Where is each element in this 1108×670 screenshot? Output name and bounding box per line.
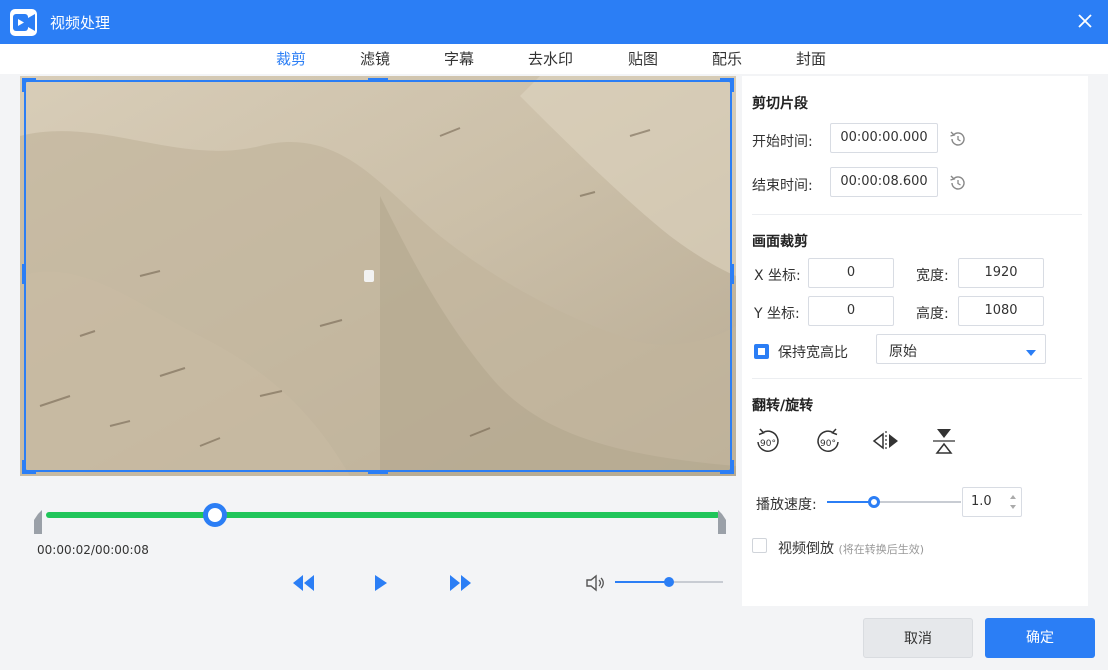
flip-horizontal-button[interactable] [870,425,902,457]
close-icon[interactable] [1072,8,1098,34]
divider [752,214,1082,215]
flip-horizontal-icon [872,431,898,451]
crop-handle-top-left-v[interactable] [22,78,26,92]
total-time: 00:00:08 [94,543,149,557]
crop-handle-left[interactable] [22,264,26,284]
flip-vertical-icon [933,429,955,454]
rotate-counterclockwise-button[interactable]: 90° [812,425,844,457]
timeline-track[interactable] [46,512,720,518]
spin-arrows-icon[interactable] [1009,493,1017,515]
crop-handle-bottom-right-v[interactable] [730,460,734,474]
tab-crop[interactable]: 裁剪 [276,48,306,69]
rotate-ccw-icon: 90° [817,428,839,452]
tab-sticker[interactable]: 贴图 [628,48,658,69]
trim-end-handle[interactable] [714,510,726,534]
speed-value: 1.0 [971,494,992,509]
end-time-label: 结束时间: [752,178,813,194]
trim-section-title: 剪切片段 [752,96,808,112]
app-logo-icon [10,9,37,36]
fast-forward-icon[interactable] [448,572,474,598]
rotate-cw-label: 90° [760,439,776,449]
reverse-checkbox[interactable] [752,538,767,553]
crop-handle-top-right-v[interactable] [730,78,734,92]
speed-input[interactable]: 1.0 [962,487,1022,517]
title-bar: 视频处理 [0,0,1108,44]
keep-ratio-checkbox[interactable] [754,344,769,359]
height-label: 高度: [916,306,949,322]
crop-section-title: 画面裁剪 [752,234,808,250]
start-time-label: 开始时间: [752,134,813,150]
volume-knob[interactable] [664,577,674,587]
width-label: 宽度: [916,268,949,284]
reverse-hint: (将在转换后生效) [838,543,925,556]
start-time-input[interactable]: 00:00:00.000 [830,123,938,153]
speed-label: 播放速度: [756,497,817,513]
crop-handle-bottom[interactable] [368,470,388,474]
rotate-ccw-label: 90° [820,439,836,449]
video-preview-area [20,76,736,476]
tab-music[interactable]: 配乐 [712,48,742,69]
time-readout: 00:00:02/00:00:08 [37,543,149,557]
end-time-input[interactable]: 00:00:08.600 [830,167,938,197]
y-coord-input[interactable]: 0 [808,296,894,326]
volume-fill [615,581,669,583]
crop-handle-bottom-left-v[interactable] [22,460,26,474]
rotate-cw-icon: 90° [757,428,779,452]
reverse-label: 视频倒放 (将在转换后生效) [778,538,924,558]
width-input[interactable]: 1920 [958,258,1044,288]
window-title: 视频处理 [50,14,111,32]
volume-slider[interactable] [615,577,723,587]
ok-button[interactable]: 确定 [985,618,1095,658]
x-coord-input[interactable]: 0 [808,258,894,288]
volume-icon[interactable] [585,573,607,597]
aspect-ratio-value: 原始 [889,344,917,360]
speed-fill [827,501,874,503]
keep-ratio-label: 保持宽高比 [778,345,848,361]
y-coord-label: Y 坐标: [754,306,800,322]
x-coord-label: X 坐标: [754,268,801,284]
tab-cover[interactable]: 封面 [796,48,826,69]
height-input[interactable]: 1080 [958,296,1044,326]
timeline[interactable] [34,503,730,544]
tab-subtitle[interactable]: 字幕 [444,48,474,69]
cancel-button[interactable]: 取消 [863,618,973,658]
speed-knob[interactable] [867,496,880,508]
rewind-icon[interactable] [290,572,316,598]
settings-panel: 剪切片段 开始时间: 00:00:00.000 结束时间: 00:00:08.6… [742,76,1088,606]
tab-bar: 裁剪 滤镜 字幕 去水印 贴图 配乐 封面 [0,44,1108,74]
transform-section-title: 翻转/旋转 [752,398,814,414]
video-frame [20,76,736,476]
crop-handle-top[interactable] [368,78,388,82]
play-icon[interactable] [372,572,390,598]
chevron-down-icon [1025,346,1037,361]
tab-watermark[interactable]: 去水印 [528,48,573,69]
desert-video-image [20,76,736,476]
playhead-knob[interactable] [202,503,227,527]
flip-vertical-button[interactable] [928,425,960,457]
reset-end-time-icon[interactable] [948,173,968,197]
rotate-clockwise-button[interactable]: 90° [752,425,784,457]
divider [752,378,1082,379]
aspect-ratio-select[interactable]: 原始 [876,334,1046,364]
reset-start-time-icon[interactable] [948,129,968,153]
current-time: 00:00:02 [37,543,91,557]
tab-filter[interactable]: 滤镜 [360,48,390,69]
trim-start-handle[interactable] [34,510,44,534]
crop-handle-right[interactable] [730,264,734,284]
reverse-text: 视频倒放 [778,541,834,557]
speed-slider[interactable] [827,496,961,508]
